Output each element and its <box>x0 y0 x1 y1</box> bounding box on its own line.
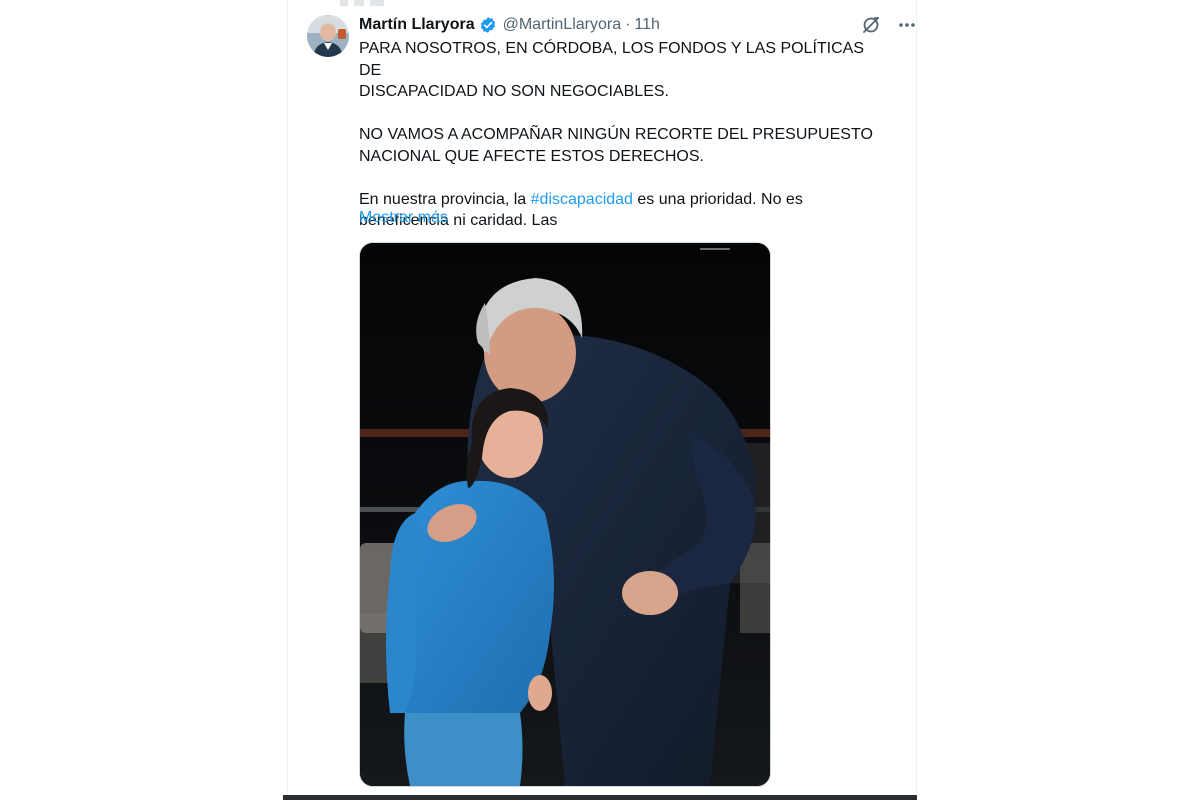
tweet-line: PARA NOSOTROS, EN CÓRDOBA, LOS FONDOS Y … <box>359 40 865 79</box>
show-more-link[interactable]: Mostrar más <box>359 207 448 228</box>
tweet-line: DISCAPACIDAD NO SON NEGOCIABLES. <box>359 83 669 100</box>
header-separator: · <box>625 16 631 33</box>
author-handle[interactable]: @MartinLlaryora <box>503 16 622 34</box>
tweet-header: Martín Llaryora @MartinLlaryora · 11h <box>359 14 660 36</box>
avatar-image <box>307 15 349 57</box>
page: Martín Llaryora @MartinLlaryora · 11h PA… <box>0 0 1200 800</box>
hashtag-link[interactable]: #discapacidad <box>531 191 633 208</box>
tweet-text-segment: es una prioridad. No es <box>632 190 803 208</box>
tweet-body: PARA NOSOTROS, EN CÓRDOBA, LOS FONDOS Y … <box>359 38 889 232</box>
bottom-edge-bar <box>283 795 917 800</box>
author-name[interactable]: Martín Llaryora <box>359 16 475 34</box>
more-options-icon[interactable] <box>896 14 918 36</box>
tweet-photo[interactable] <box>359 242 771 787</box>
tweet-text-segment: En nuestra provincia, la <box>359 190 531 208</box>
grok-icon[interactable] <box>860 14 882 36</box>
tweet-actions <box>860 14 918 36</box>
tweet-line: NO VAMOS A ACOMPAÑAR NINGÚN RECORTE DEL … <box>359 126 873 143</box>
previous-tweet-fragment <box>340 0 460 6</box>
verified-badge-icon <box>479 16 497 34</box>
tweet-line: NACIONAL QUE AFECTE ESTOS DERECHOS. <box>359 147 704 165</box>
author-avatar[interactable] <box>307 15 349 57</box>
tweet-timestamp[interactable]: 11h <box>634 16 660 34</box>
photo-illustration <box>360 243 770 786</box>
